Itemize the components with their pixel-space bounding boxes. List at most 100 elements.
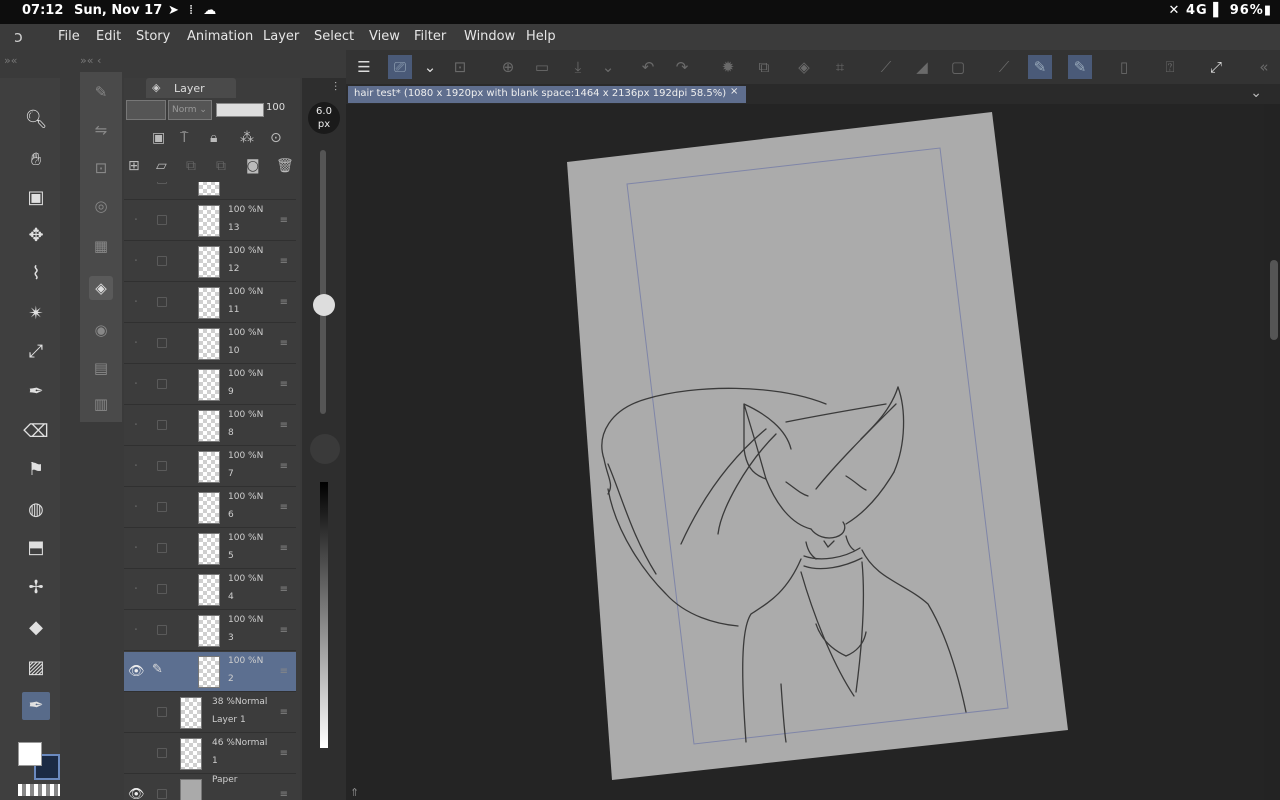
active-pen-tool-icon[interactable]: ✒ — [22, 692, 50, 720]
layer-checkbox[interactable] — [157, 461, 167, 471]
navigator-icon[interactable]: ⊡ — [89, 156, 113, 180]
help-icon[interactable]: ⍰ — [1158, 55, 1182, 79]
drag-handle-icon[interactable]: ≡ — [280, 338, 288, 349]
fullscreen-icon[interactable]: ⤢ — [1204, 55, 1228, 79]
drag-handle-icon[interactable]: ≡ — [280, 297, 288, 308]
drag-handle-icon[interactable]: ≡ — [280, 625, 288, 636]
color-icon[interactable]: ◎ — [89, 194, 113, 218]
fill-bucket-icon[interactable]: ◈ — [792, 55, 816, 79]
screenshot-icon[interactable]: ⊡ — [448, 55, 472, 79]
layer-row[interactable]: 👁︎ Paper ≡ — [124, 775, 296, 800]
blend-icon[interactable]: ◍ — [22, 496, 50, 524]
material-icon[interactable]: ▤ — [89, 356, 113, 380]
eye-icon[interactable]: · — [128, 295, 144, 310]
clip-studio-logo-icon[interactable]: ↄ — [14, 27, 36, 47]
layer-checkbox[interactable] — [157, 297, 167, 307]
pen-smoothing-icon[interactable]: ✎ — [1068, 55, 1092, 79]
eye-icon[interactable]: · — [128, 418, 144, 433]
layer-row[interactable]: 38 %Normal Layer 1 ≡ — [124, 693, 296, 733]
eye-icon[interactable]: · — [128, 459, 144, 474]
copy-icon[interactable]: ⧉ — [752, 55, 776, 79]
save-chevron-icon[interactable]: ⌄ — [596, 55, 620, 79]
drag-handle-icon[interactable]: ≡ — [280, 502, 288, 513]
frame-icon[interactable]: ▢ — [946, 55, 970, 79]
lock-icon[interactable]: 🔒︎ — [210, 130, 217, 146]
tab-close-icon[interactable]: × — [730, 86, 738, 97]
layer-checkbox[interactable] — [157, 748, 167, 758]
figure-icon[interactable]: ⬒ — [22, 534, 50, 562]
move-icon[interactable]: ✥ — [22, 222, 50, 250]
drag-handle-icon[interactable]: ≡ — [280, 420, 288, 431]
eye-icon[interactable]: 👁︎ — [128, 787, 145, 800]
layer-row[interactable]: · 100 %N 13 ≡ — [124, 201, 296, 241]
layer-row[interactable]: · 100 %N 12 ≡ — [124, 242, 296, 282]
drag-handle-icon[interactable]: ≡ — [280, 666, 288, 677]
layer-row[interactable]: · 100 %N 6 ≡ — [124, 488, 296, 528]
color-swatch-dropdown[interactable] — [126, 100, 166, 120]
lasso-icon[interactable]: ⌇ — [22, 260, 50, 288]
drag-handle-icon[interactable]: ≡ — [280, 461, 288, 472]
eye-icon[interactable]: · — [128, 377, 144, 392]
layer-row[interactable]: · 100 %N 9 ≡ — [124, 365, 296, 405]
layer-checkbox[interactable] — [157, 707, 167, 717]
drag-handle-icon[interactable]: ≡ — [280, 379, 288, 390]
layer-row[interactable]: · 100 %N 4 ≡ — [124, 570, 296, 610]
layer-checkbox[interactable] — [157, 789, 167, 799]
drag-handle-icon[interactable]: ≡ — [280, 789, 288, 800]
opacity-slider[interactable] — [216, 103, 264, 117]
zoom-icon[interactable]: 🔍︎ — [22, 106, 50, 134]
layer-checkbox[interactable] — [157, 584, 167, 594]
text-icon[interactable]: ✢ — [22, 574, 50, 602]
eye-icon[interactable]: · — [128, 623, 144, 638]
drag-handle-icon[interactable]: ≡ — [280, 256, 288, 267]
menu-select[interactable]: Select — [314, 29, 354, 44]
eye-icon[interactable]: 👁︎ — [128, 664, 145, 679]
new-file-icon[interactable]: ⊕ — [496, 55, 520, 79]
brush-size-slider-thumb[interactable] — [313, 294, 335, 316]
brush-size-slider[interactable] — [320, 150, 326, 414]
drag-handle-icon[interactable]: ≡ — [280, 215, 288, 226]
eye-icon[interactable]: · — [128, 541, 144, 556]
document-tab[interactable]: hair test* (1080 x 1920px with blank spa… — [348, 86, 746, 103]
layer-row[interactable]: · 100 %N 11 ≡ — [124, 283, 296, 323]
drag-handle-icon[interactable]: ≡ — [280, 748, 288, 759]
layer-row[interactable]: · 100 %N 3 ≡ — [124, 611, 296, 651]
copy-layer-icon[interactable]: ⧉ — [186, 158, 196, 174]
tool-property-icon[interactable]: ⇋ — [89, 118, 113, 142]
quick-access-icon[interactable]: ⎚ — [388, 55, 412, 79]
lock-transparency-icon[interactable]: ▣ — [152, 130, 165, 146]
canvas-area[interactable] — [346, 104, 1264, 800]
menu-window[interactable]: Window — [464, 29, 515, 44]
collapse-left-icon[interactable]: »« — [4, 54, 17, 67]
layer-panel-icon[interactable]: ◈ — [89, 276, 113, 300]
sub-tool-icon[interactable]: ✎ — [89, 80, 113, 104]
palette-icon[interactable]: ▦ — [89, 234, 113, 258]
mask-icon[interactable]: ⊙ — [270, 130, 282, 146]
canvas-scrollbar[interactable] — [1270, 260, 1278, 340]
brush-opacity-slider[interactable] — [320, 482, 328, 748]
delete-layer-icon[interactable]: 🗑︎ — [276, 158, 294, 174]
layer-property-icon[interactable]: ◉ — [89, 318, 113, 342]
eye-icon[interactable]: · — [128, 500, 144, 515]
gradient-fill-icon[interactable]: ◢ — [910, 55, 934, 79]
pen-icon[interactable]: ✒ — [22, 378, 50, 406]
save-icon[interactable]: ⤓ — [566, 55, 590, 79]
menu-filter[interactable]: Filter — [414, 29, 446, 44]
ruler-icon[interactable]: ⟋ — [874, 55, 898, 79]
hamburger-menu-icon[interactable]: ☰ — [352, 55, 376, 79]
menu-edit[interactable]: Edit — [96, 29, 121, 44]
layer-row[interactable]: · 100 %N 8 ≡ — [124, 406, 296, 446]
blend-mode-dropdown[interactable]: Norm ⌄ — [168, 100, 212, 120]
undo-icon[interactable]: ↶ — [636, 55, 660, 79]
fill-icon[interactable]: ◆ — [22, 614, 50, 642]
brush-tool-icon[interactable]: ⚑ — [22, 456, 50, 484]
open-icon[interactable]: ▭ — [530, 55, 554, 79]
eye-icon[interactable]: · — [128, 336, 144, 351]
layer-row[interactable]: · 100 %N 10 ≡ — [124, 324, 296, 364]
menu-layer[interactable]: Layer — [263, 29, 299, 44]
main-color-swatch[interactable] — [18, 742, 42, 766]
new-folder-icon[interactable]: ▱ — [156, 158, 167, 174]
drag-handle-icon[interactable]: ≡ — [280, 182, 288, 185]
drag-handle-icon[interactable]: ≡ — [280, 543, 288, 554]
layer-checkbox[interactable] — [157, 379, 167, 389]
